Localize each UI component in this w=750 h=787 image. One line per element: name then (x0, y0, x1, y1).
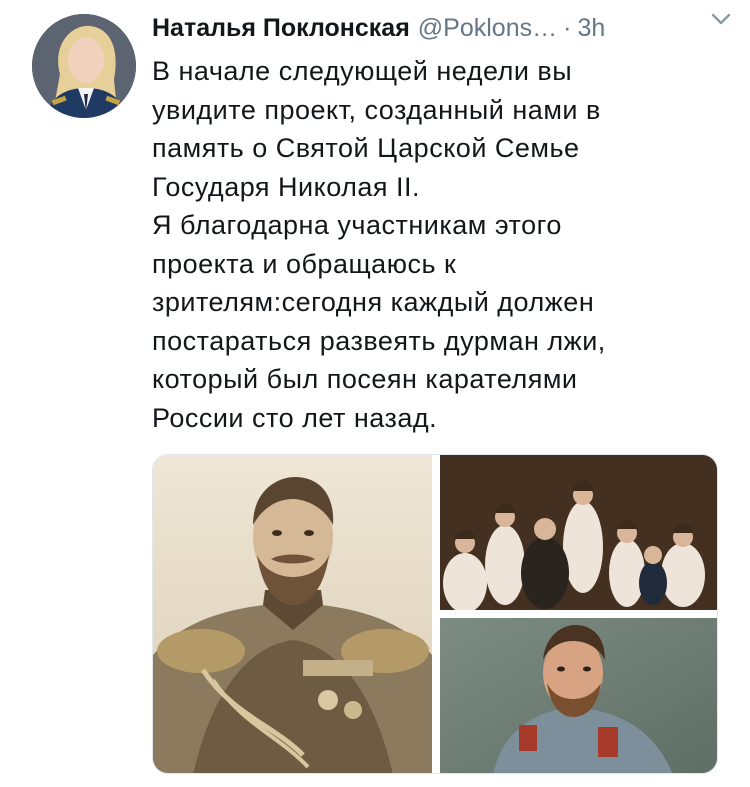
chevron-down-icon[interactable] (708, 6, 734, 32)
avatar[interactable] (32, 14, 136, 118)
author-name[interactable]: Наталья Поклонская (152, 14, 410, 43)
separator-dot: · (563, 13, 572, 42)
timestamp[interactable]: 3h (577, 14, 605, 43)
family-photo[interactable] (440, 455, 718, 613)
media-svg (153, 455, 718, 774)
portrait-photo[interactable] (153, 455, 432, 774)
author-handle[interactable]: @Poklons… (418, 14, 557, 43)
painting-photo[interactable] (440, 618, 718, 774)
tweet-text: В начале следующей недели вы увидите про… (152, 56, 606, 433)
media-grid[interactable] (152, 454, 718, 774)
tweet[interactable]: Наталья Поклонская @Poklons… · 3h В нача… (0, 0, 750, 787)
tweet-header: Наталья Поклонская @Poklons… · 3h (152, 10, 742, 46)
avatar-image (32, 14, 136, 118)
